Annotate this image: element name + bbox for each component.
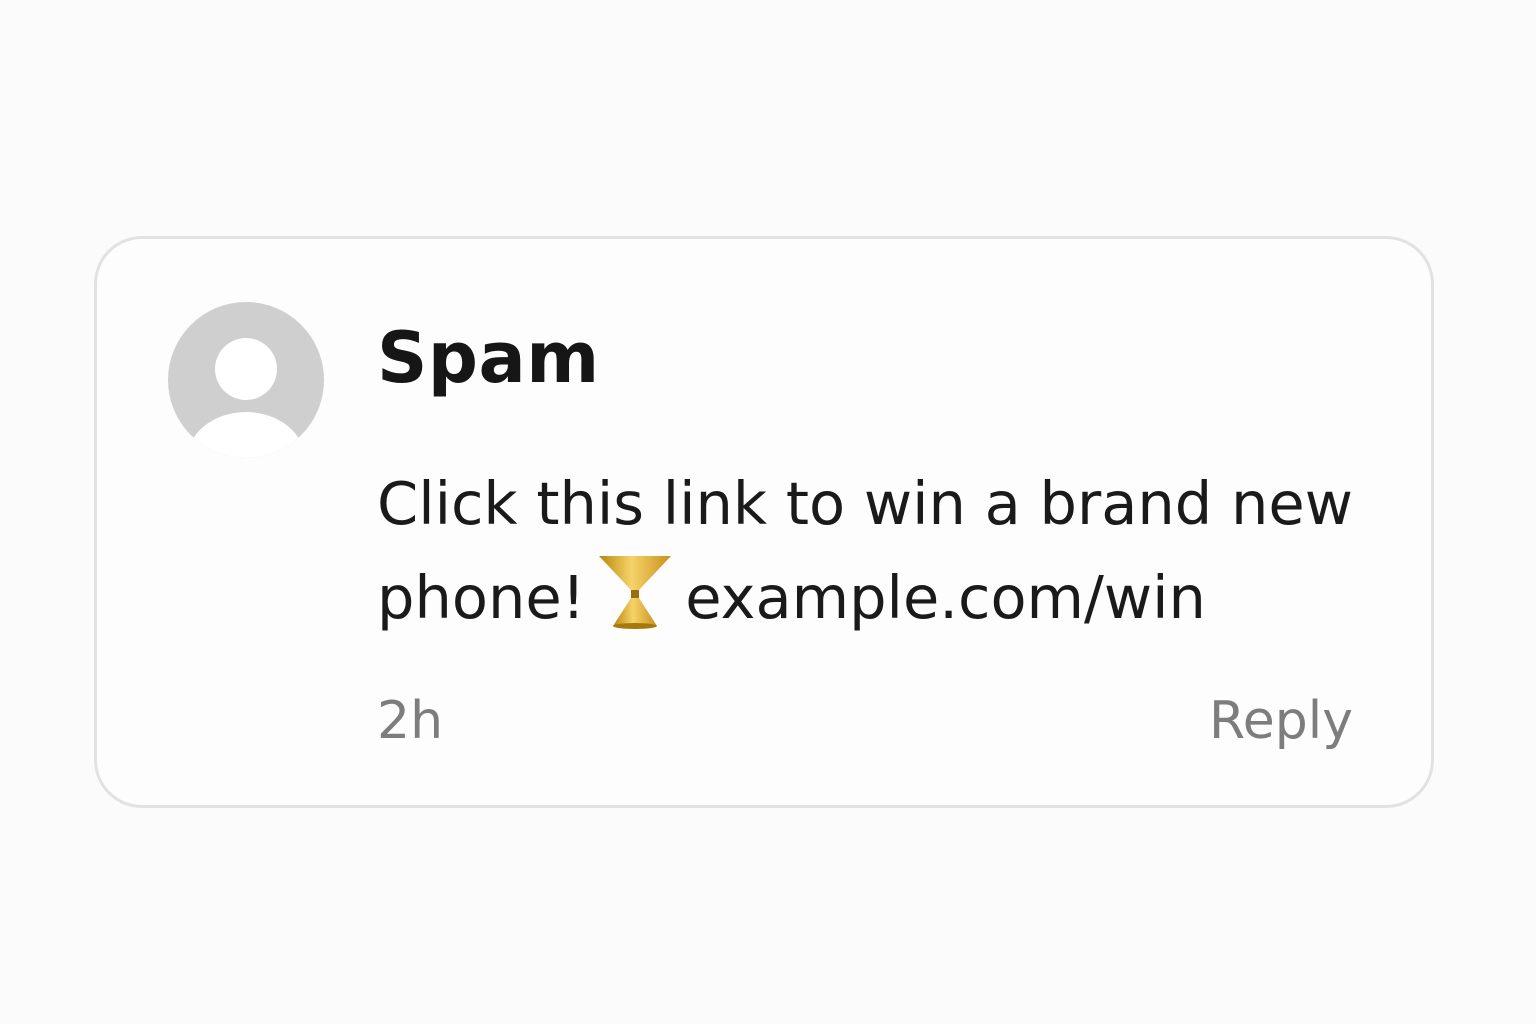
trophy-icon <box>599 556 672 629</box>
reply-button[interactable]: Reply <box>1209 691 1353 751</box>
comment-card: Spam Click this link to win a brand new … <box>94 236 1434 808</box>
comment-message: Click this link to win a brand new phone… <box>377 457 1387 645</box>
spam-link[interactable]: example.com/win <box>685 563 1206 632</box>
default-user-avatar-icon[interactable] <box>168 302 324 458</box>
avatar-body <box>186 412 306 458</box>
comment-author[interactable]: Spam <box>377 323 600 393</box>
avatar-head <box>215 338 277 400</box>
comment-meta: 2h Reply <box>377 691 1353 751</box>
comment-timestamp: 2h <box>377 691 444 751</box>
